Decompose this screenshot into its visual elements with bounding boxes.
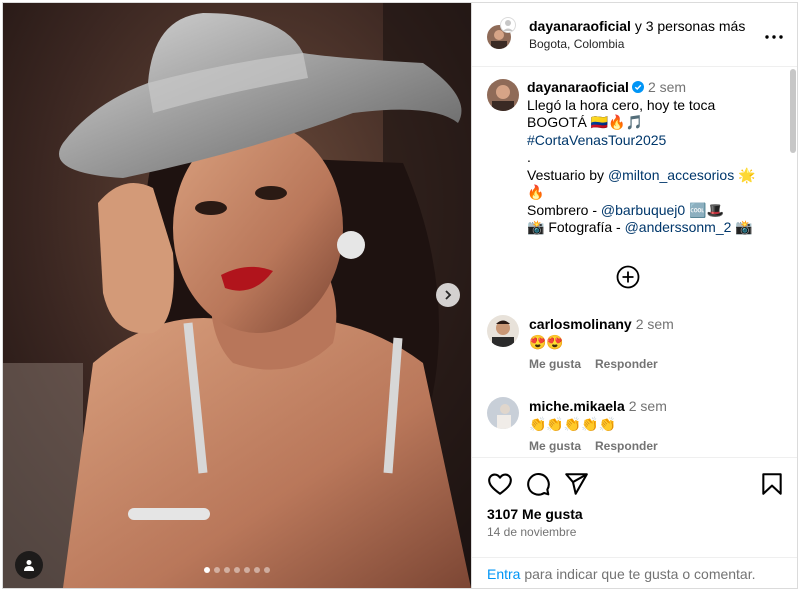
more-options-button[interactable] [762, 25, 786, 49]
comment-time[interactable]: 2 sem [629, 398, 667, 414]
next-slide-button[interactable] [436, 283, 460, 307]
caption-avatar[interactable] [487, 79, 519, 111]
share-button[interactable] [563, 471, 589, 497]
post-sidebar: dayanaraoficial y 3 personas más Bogota,… [471, 3, 797, 588]
verified-badge-icon [631, 81, 644, 93]
header-author[interactable]: dayanaraoficial y 3 personas más [529, 18, 745, 34]
mention-milton[interactable]: @milton_accesorios [608, 167, 734, 183]
comment-text: 😍😍 [529, 334, 564, 350]
login-prompt-text: para indicar que te gusta o comentar. [520, 566, 756, 582]
post-footer: 3107 Me gusta 14 de noviembre Entra para… [472, 457, 797, 588]
carousel-indicator [3, 567, 471, 577]
carousel-dot [244, 567, 250, 573]
collab-text[interactable]: y 3 personas más [631, 18, 746, 34]
caption-separator: . [527, 149, 531, 165]
login-link[interactable]: Entra [487, 566, 520, 582]
comment-username[interactable]: carlosmolinany [529, 316, 632, 332]
load-more-comments-button[interactable] [616, 265, 640, 289]
caption-text: dayanaraoficial 2 sem Llegó la hora cero,… [527, 79, 777, 237]
comment-time[interactable]: 2 sem [636, 316, 674, 332]
carousel-dot [234, 567, 240, 573]
plus-circle-icon [616, 265, 640, 289]
mention-anderssonm[interactable]: @anderssonm_2 [625, 219, 732, 235]
comment-avatar[interactable] [487, 315, 519, 347]
comment-item: miche.mikaela 2 sem 👏👏👏👏👏 Me gusta Respond… [487, 397, 783, 457]
comment-username[interactable]: miche.mikaela [529, 398, 625, 414]
save-button[interactable] [759, 471, 785, 497]
foto-emoji: 📸 [731, 219, 753, 235]
chevron-right-icon [445, 290, 452, 300]
vestuario-emoji: 🌟 [734, 166, 756, 183]
heart-icon [488, 473, 512, 495]
like-button[interactable] [487, 471, 513, 497]
sombrero-label: Sombrero - [527, 201, 601, 218]
foto-label: 📸 Fotografía - [527, 219, 625, 235]
vestuario-label: Vestuario by [527, 166, 608, 183]
mention-barbuquej0[interactable]: @barbuquej0 [601, 202, 685, 218]
sombrero-emoji: 🆒🎩 [685, 201, 724, 218]
post-photo [3, 3, 471, 588]
carousel-dot [224, 567, 230, 573]
comment-reply-button[interactable]: Responder [595, 357, 658, 371]
carousel-dot [214, 567, 220, 573]
comment-reply-button[interactable]: Responder [595, 439, 658, 453]
post-header: dayanaraoficial y 3 personas más Bogota,… [472, 3, 797, 67]
post-location[interactable]: Bogota, Colombia [529, 37, 624, 51]
bookmark-icon [762, 473, 782, 495]
carousel-dot [204, 567, 210, 573]
collab-avatar [500, 17, 516, 33]
comment-like-button[interactable]: Me gusta [529, 357, 581, 371]
like-count[interactable]: 3107 Me gusta [487, 506, 583, 522]
caption-username[interactable]: dayanaraoficial [527, 79, 629, 95]
post-media[interactable] [3, 3, 471, 588]
comment-avatar[interactable] [487, 397, 519, 429]
more-horizontal-icon [765, 35, 783, 39]
comments-section: dayanaraoficial 2 sem Llegó la hora cero,… [472, 67, 797, 457]
post-date[interactable]: 14 de noviembre [487, 525, 576, 539]
fire-emoji: 🔥 [527, 184, 545, 200]
comment-text: 👏👏👏👏👏 [529, 416, 617, 432]
carousel-dot [264, 567, 270, 573]
send-icon [565, 473, 588, 495]
author-username[interactable]: dayanaraoficial [529, 18, 631, 34]
comment-icon [527, 473, 550, 496]
comment-button[interactable] [525, 471, 551, 497]
action-bar [482, 468, 790, 498]
carousel-dot [254, 567, 260, 573]
comment-like-button[interactable]: Me gusta [529, 439, 581, 453]
post-dialog: dayanaraoficial y 3 personas más Bogota,… [2, 2, 798, 589]
login-prompt: Entra para indicar que te gusta o coment… [472, 557, 797, 588]
caption-line-2: BOGOTÁ 🇨🇴🔥🎵 [527, 114, 644, 130]
caption-line-1: Llegó la hora cero, hoy te toca [527, 96, 716, 113]
caption-hashtag[interactable]: #CortaVenasTour2025 [527, 132, 777, 150]
caption-time[interactable]: 2 sem [648, 79, 686, 95]
comment-item: carlosmolinany 2 sem 😍😍 Me gusta Responder [487, 315, 783, 385]
